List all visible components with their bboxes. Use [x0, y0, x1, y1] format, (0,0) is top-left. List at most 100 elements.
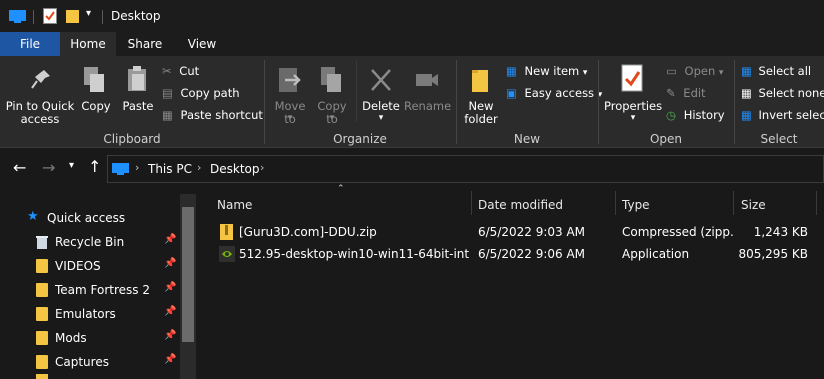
new-item-button[interactable]: ▦ New item ▾: [506, 62, 587, 80]
tab-file[interactable]: File: [0, 32, 60, 56]
select-all-label: Select all: [758, 64, 812, 78]
table-row[interactable]: 512.95-desktop-win10-win11-64bit-inter..…: [212, 244, 816, 264]
new-item-label: New item: [524, 64, 580, 78]
zip-folder-icon: [220, 224, 233, 240]
sort-ascending-icon: ⌃: [337, 184, 345, 194]
breadcrumb-this-pc[interactable]: This PC: [148, 162, 192, 176]
pin-icon[interactable]: 📌: [164, 258, 176, 269]
tab-view[interactable]: View: [174, 32, 230, 56]
file-name: 512.95-desktop-win10-win11-64bit-inter..…: [239, 247, 469, 261]
table-row[interactable]: [Guru3D.com]-DDU.zip 6/5/2022 9:03 AM Co…: [212, 222, 816, 242]
edit-button[interactable]: ✎ Edit: [666, 84, 706, 102]
nav-item-label: Captures: [55, 355, 109, 369]
pin-to-quick-access-button[interactable]: Pin to Quick access: [4, 58, 76, 128]
copy-button[interactable]: Copy: [78, 58, 114, 128]
paste-button[interactable]: Paste: [118, 58, 158, 128]
properties-button[interactable]: Properties ▾: [604, 58, 662, 128]
nav-item-label: Emulators: [55, 307, 116, 321]
recent-locations-chevron-icon[interactable]: ▾: [69, 160, 74, 171]
tab-share[interactable]: Share: [116, 32, 174, 56]
nav-videos[interactable]: VIDEOS 📌: [0, 254, 180, 278]
folder-icon: [36, 259, 48, 273]
folder-icon: [36, 355, 48, 369]
back-arrow-icon[interactable]: ←: [13, 158, 26, 177]
column-separator[interactable]: [733, 191, 734, 215]
nav-emulators[interactable]: Emulators 📌: [0, 302, 180, 326]
pin-icon[interactable]: 📌: [164, 330, 176, 341]
easy-access-button[interactable]: ▣ Easy access ▾: [506, 84, 602, 102]
properties-quick-icon[interactable]: [43, 8, 57, 24]
new-folder-quick-icon[interactable]: [66, 9, 80, 23]
chevron-down-icon: ▾: [287, 113, 293, 123]
customize-quick-access-icon[interactable]: ▾: [86, 8, 91, 19]
open-icon: ▭: [666, 64, 677, 78]
nav-mods[interactable]: Mods 📌: [0, 326, 180, 350]
easy-access-icon: ▣: [506, 86, 517, 100]
column-separator[interactable]: [471, 191, 472, 215]
nav-captures[interactable]: Captures 📌: [0, 350, 180, 374]
tab-home[interactable]: Home: [60, 32, 116, 56]
folder-icon: [36, 331, 48, 345]
select-all-button[interactable]: ▦ Select all: [741, 62, 811, 80]
address-bar[interactable]: › This PC › Desktop ›: [107, 155, 824, 183]
new-item-icon: ▦: [506, 64, 517, 78]
pin-icon: [31, 70, 50, 89]
rename-button[interactable]: Rename: [404, 58, 451, 128]
invert-selection-button[interactable]: ▦ Invert selecti: [741, 106, 824, 124]
chevron-down-icon: ▾: [378, 113, 384, 123]
delete-button[interactable]: Delete ▾: [360, 58, 402, 128]
history-button[interactable]: ◷ History: [666, 106, 725, 124]
breadcrumb-chevron-icon[interactable]: ›: [197, 161, 201, 174]
folder-icon: [36, 374, 48, 379]
copy-icon: [84, 67, 104, 92]
chevron-down-icon: ▾: [329, 113, 335, 123]
pin-icon[interactable]: 📌: [164, 282, 176, 293]
nav-quick-access[interactable]: ★ Quick access: [0, 206, 180, 230]
cut-button[interactable]: ✂ Cut: [162, 62, 199, 80]
nav-item-label: VIDEOS: [55, 259, 101, 273]
new-folder-button[interactable]: New folder: [460, 58, 502, 128]
file-type: Compressed (zipp...: [622, 225, 734, 239]
forward-arrow-icon[interactable]: →: [42, 158, 55, 177]
nav-recycle-bin[interactable]: Recycle Bin 📌: [0, 230, 180, 254]
paste-label: Paste: [122, 99, 154, 113]
nav-item-label: Team Fortress 2: [55, 283, 150, 297]
copy-to-icon: [321, 67, 341, 92]
column-separator[interactable]: [615, 191, 616, 215]
open-button[interactable]: ▭ Open ▾: [666, 62, 723, 80]
column-header-size[interactable]: Size: [741, 194, 811, 216]
move-to-button[interactable]: Move to ▾: [270, 58, 310, 128]
up-arrow-icon[interactable]: ↑: [88, 157, 101, 176]
copy-to-button[interactable]: Copy to ▾: [312, 58, 352, 128]
file-date: 6/5/2022 9:06 AM: [478, 247, 586, 261]
cut-label: Cut: [179, 64, 200, 78]
column-separator[interactable]: [816, 191, 817, 215]
chevron-down-icon: ▾: [582, 68, 588, 78]
move-to-icon: [279, 68, 301, 92]
nav-scrollbar-thumb[interactable]: [182, 207, 194, 342]
nvidia-installer-icon: [219, 246, 235, 262]
paste-shortcut-label: Paste shortcut: [180, 108, 263, 122]
breadcrumb-chevron-icon[interactable]: ›: [260, 161, 264, 174]
organize-group-label: Organize: [333, 132, 387, 146]
paste-shortcut-button[interactable]: ▦ Paste shortcut: [162, 106, 263, 124]
breadcrumb-chevron-icon[interactable]: ›: [135, 161, 139, 174]
new-folder-icon: [472, 70, 488, 92]
history-icon: ◷: [666, 108, 677, 122]
pin-icon[interactable]: 📌: [164, 306, 176, 317]
column-header-date[interactable]: Date modified: [478, 194, 612, 216]
pin-icon[interactable]: 📌: [164, 234, 176, 245]
file-size: 1,243 KB: [753, 225, 808, 239]
column-header-name[interactable]: Name: [217, 194, 467, 216]
column-header-type[interactable]: Type: [622, 194, 730, 216]
recycle-bin-icon: [36, 236, 48, 249]
pin-icon[interactable]: 📌: [164, 354, 176, 365]
select-all-icon: ▦: [741, 64, 752, 78]
explorer-app-icon[interactable]: [9, 9, 27, 23]
nav-team-fortress-2[interactable]: Team Fortress 2 📌: [0, 278, 180, 302]
paste-shortcut-icon: ▦: [162, 108, 173, 122]
breadcrumb-desktop[interactable]: Desktop: [210, 162, 260, 176]
this-pc-icon: [112, 163, 129, 175]
copy-path-button[interactable]: ▤ Copy path: [162, 84, 240, 102]
select-none-button[interactable]: ▦ Select none: [741, 84, 824, 102]
